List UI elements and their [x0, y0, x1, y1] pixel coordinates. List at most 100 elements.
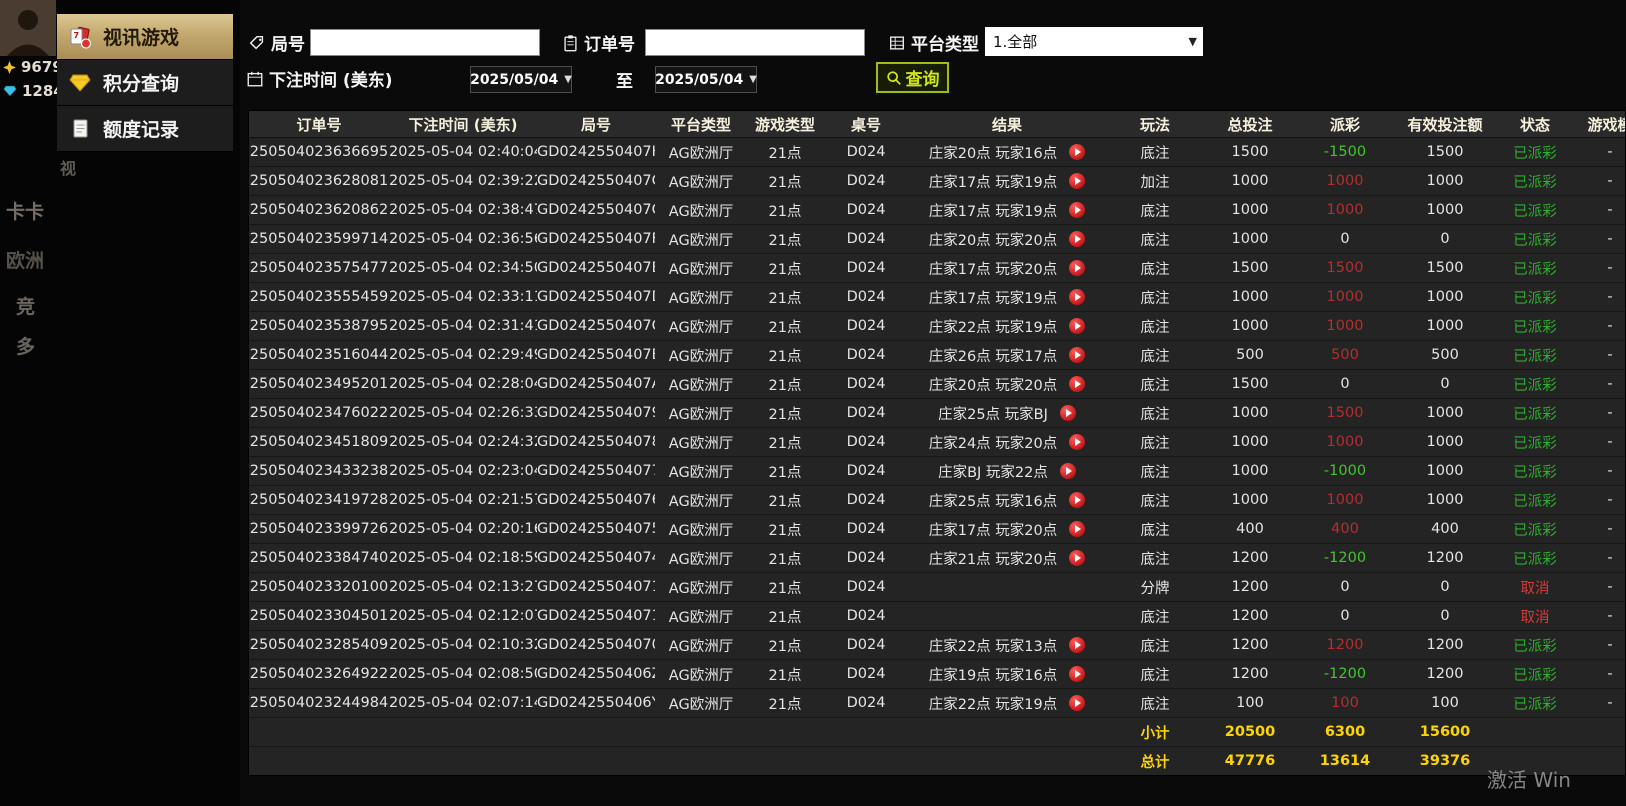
cell-game: 21点 [747, 167, 823, 196]
cell-order_no: 250504023244984 [249, 689, 389, 718]
cell-status: 已派彩 [1495, 660, 1575, 689]
play-video-icon[interactable] [1069, 289, 1086, 305]
cell-result: 庄家17点 玩家19点 [909, 167, 1105, 196]
round-number-label-group: 局号 [248, 29, 305, 56]
column-header: 结果 [909, 111, 1105, 138]
cell-platform: AG欧洲厅 [655, 370, 747, 399]
play-video-icon[interactable] [1069, 637, 1086, 653]
cell-mode: - [1575, 196, 1625, 225]
query-button[interactable]: 查询 [876, 62, 949, 93]
cell-platform: AG欧洲厅 [655, 138, 747, 167]
cell-round_no: GD02425504079 [537, 399, 655, 428]
cell-result [909, 573, 1105, 602]
round-number-input[interactable] [310, 29, 540, 56]
cell-round_no: GD0242550407C [537, 312, 655, 341]
cell-round_no: GD02425504076 [537, 486, 655, 515]
table-row: 250504023599714 2025-05-04 02:36:56 GD0242… [249, 225, 1625, 254]
svg-text:7: 7 [74, 31, 80, 40]
date-to-dropdown[interactable]: 2025/05/04 ▼ [655, 66, 757, 93]
cell-platform: AG欧洲厅 [655, 573, 747, 602]
table-row: 250504023451809 2025-05-04 02:24:32 GD0242… [249, 428, 1625, 457]
cell-status: 已派彩 [1495, 399, 1575, 428]
cell-status: 已派彩 [1495, 457, 1575, 486]
records-table: 订单号 下注时间 (美东) 局号 平台类型 游戏类型 桌号 结果 玩法 总投注 派彩 有效投注额 状态… [248, 110, 1626, 776]
cell-round_no: GD0242550407G [537, 196, 655, 225]
play-video-icon[interactable] [1069, 173, 1086, 189]
platform-type-select[interactable]: 1.全部 ▼ [985, 27, 1203, 56]
cell-valid_bet: 0 [1395, 370, 1495, 399]
cell-time: 2025-05-04 02:21:57 [389, 486, 537, 515]
cell-status: 已派彩 [1495, 341, 1575, 370]
play-video-icon[interactable] [1069, 666, 1086, 682]
cell-result: 庄家21点 玩家20点 [909, 544, 1105, 573]
cell-order_no: 250504023285409 [249, 631, 389, 660]
date-to-value: 2025/05/04 [655, 71, 744, 88]
cell-mode: - [1575, 399, 1625, 428]
play-video-icon[interactable] [1069, 521, 1086, 537]
cell-result: 庄家19点 玩家16点 [909, 660, 1105, 689]
sidebar-item-quota-records[interactable]: 额度记录 [57, 106, 233, 152]
play-video-icon[interactable] [1059, 463, 1076, 479]
play-video-icon[interactable] [1069, 202, 1086, 218]
cell-mode: - [1575, 486, 1625, 515]
column-header: 派彩 [1295, 111, 1395, 138]
play-video-icon[interactable] [1069, 695, 1086, 711]
cell-status: 已派彩 [1495, 631, 1575, 660]
cell-table_no: D024 [823, 196, 909, 225]
cell-result: 庄家17点 玩家20点 [909, 515, 1105, 544]
play-video-icon[interactable] [1069, 434, 1086, 450]
sidebar-item-points-query[interactable]: 积分查询 [57, 60, 233, 106]
result-text: 庄家17点 玩家20点 [928, 261, 1058, 278]
cell-play: 加注 [1105, 167, 1205, 196]
result-text: 庄家19点 玩家16点 [928, 667, 1058, 684]
play-video-icon[interactable] [1069, 347, 1086, 363]
play-video-icon[interactable] [1059, 405, 1076, 421]
table-row: 250504023244984 2025-05-04 02:07:14 GD0242… [249, 689, 1625, 718]
cell-table_no: D024 [823, 167, 909, 196]
subtotal-total-bet: 20500 [1205, 718, 1295, 747]
cell-total_bet: 1000 [1205, 196, 1295, 225]
cell-table_no: D024 [823, 631, 909, 660]
cell-total_bet: 1000 [1205, 428, 1295, 457]
cell-status: 已派彩 [1495, 196, 1575, 225]
order-number-input[interactable] [645, 29, 865, 56]
cell-platform: AG欧洲厅 [655, 486, 747, 515]
cell-total_bet: 1000 [1205, 312, 1295, 341]
play-video-icon[interactable] [1069, 376, 1086, 392]
play-video-icon[interactable] [1069, 231, 1086, 247]
total-valid-bet: 39376 [1395, 747, 1495, 775]
cell-payout: 1000 [1295, 486, 1395, 515]
cell-valid_bet: 0 [1395, 573, 1495, 602]
cell-game: 21点 [747, 312, 823, 341]
cell-time: 2025-05-04 02:26:33 [389, 399, 537, 428]
cell-valid_bet: 500 [1395, 341, 1495, 370]
coin-balance: 9679 [3, 58, 63, 76]
sidebar-item-video-games[interactable]: 7 视讯游戏 [57, 14, 233, 60]
table-row: 250504023575477 2025-05-04 02:34:50 GD0242… [249, 254, 1625, 283]
cell-platform: AG欧洲厅 [655, 167, 747, 196]
cell-total_bet: 1200 [1205, 660, 1295, 689]
search-icon [886, 70, 901, 85]
play-video-icon[interactable] [1069, 144, 1086, 160]
cell-game: 21点 [747, 457, 823, 486]
cell-table_no: D024 [823, 254, 909, 283]
cell-play: 底注 [1105, 370, 1205, 399]
cell-order_no: 250504023628081 [249, 167, 389, 196]
cell-game: 21点 [747, 515, 823, 544]
cell-platform: AG欧洲厅 [655, 283, 747, 312]
cell-status: 已派彩 [1495, 225, 1575, 254]
play-video-icon[interactable] [1069, 492, 1086, 508]
cell-game: 21点 [747, 370, 823, 399]
cell-result: 庄家24点 玩家20点 [909, 428, 1105, 457]
play-video-icon[interactable] [1069, 260, 1086, 276]
table-row: 250504023399726 2025-05-04 02:20:16 GD0242… [249, 515, 1625, 544]
date-from-dropdown[interactable]: 2025/05/04 ▼ [470, 66, 572, 93]
underlay-fragment-europe: 欧洲 [6, 250, 45, 272]
user-avatar[interactable] [0, 0, 56, 56]
play-video-icon[interactable] [1069, 318, 1086, 334]
chevron-down-icon: ▼ [564, 74, 572, 85]
play-video-icon[interactable] [1069, 550, 1086, 566]
cell-platform: AG欧洲厅 [655, 602, 747, 631]
cell-time: 2025-05-04 02:10:32 [389, 631, 537, 660]
cell-round_no: GD02425504077 [537, 457, 655, 486]
